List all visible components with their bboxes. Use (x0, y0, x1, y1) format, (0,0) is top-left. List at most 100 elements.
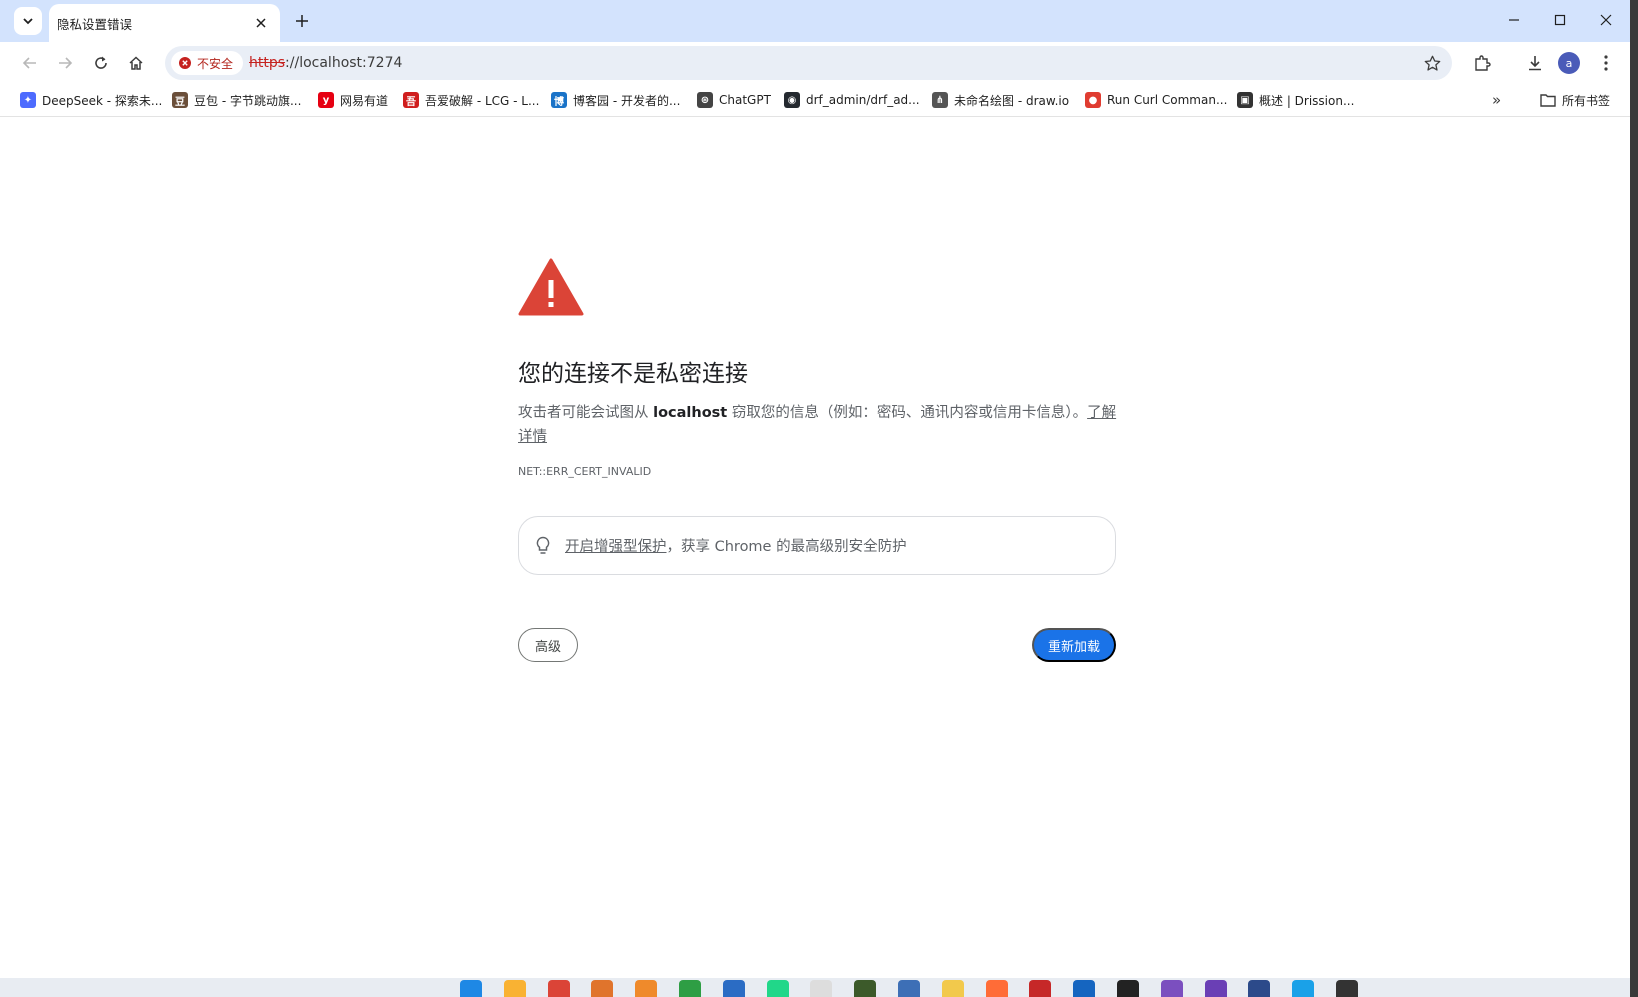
error-explanation: 攻击者可能会试图从 localhost 窃取您的信息（例如：密码、通讯内容或信用… (518, 401, 1118, 449)
close-icon (256, 18, 266, 28)
visual-studio-2-icon[interactable] (1204, 980, 1227, 997)
app-yellow-icon[interactable] (941, 980, 964, 997)
curl-icon: ● (1085, 92, 1101, 108)
app-sublime-icon[interactable] (635, 980, 658, 997)
app-navy-icon[interactable] (1248, 980, 1271, 997)
bookmark-label: 豆包 - 字节跳动旗... (194, 93, 302, 108)
lightbulb-icon (536, 536, 550, 554)
bookmark-cnblogs[interactable]: 博 博客园 - 开发者的... (551, 89, 680, 111)
tab-strip: 隐私设置错误 (0, 0, 1630, 42)
arrow-left-icon (22, 57, 36, 69)
deepseek-icon: ✦ (20, 92, 36, 108)
new-tab-button[interactable] (288, 7, 316, 35)
app-black-icon[interactable] (1117, 980, 1139, 997)
app-orange-icon[interactable] (591, 980, 614, 997)
bookmarks-overflow-button[interactable]: » (1492, 89, 1501, 111)
security-chip[interactable]: 不安全 (171, 51, 244, 75)
52pojie-icon: 吾 (403, 92, 419, 108)
reload-icon (95, 56, 107, 69)
bookmark-deepseek[interactable]: ✦ DeepSeek - 探索未... (20, 89, 162, 111)
pycharm-icon[interactable] (766, 980, 789, 997)
tab-title: 隐私设置错误 (57, 16, 133, 32)
tab-close-button[interactable] (250, 12, 272, 34)
back-button[interactable] (14, 47, 46, 79)
bookmark-star-button[interactable] (1418, 49, 1446, 77)
app-bird-icon[interactable] (898, 980, 920, 997)
url-scheme: https (249, 55, 286, 71)
folder-icon (1540, 94, 1556, 107)
bookmark-github[interactable]: ◉ drf_admin/drf_ad... (784, 89, 920, 111)
close-window-button[interactable] (1583, 4, 1629, 36)
postman-icon[interactable] (985, 980, 1008, 997)
bookmark-drissionpage[interactable]: ▣ 概述 | Drission... (1237, 89, 1354, 111)
typora-icon[interactable] (810, 980, 833, 997)
bookmark-label: 吾爱破解 - LCG - L... (425, 93, 540, 108)
all-bookmarks-button[interactable]: 所有书签 (1540, 89, 1610, 111)
bookmark-run-curl[interactable]: ● Run Curl Comman... (1085, 89, 1227, 111)
puzzle-icon (1475, 55, 1491, 71)
error-code: NET::ERR_CERT_INVALID (518, 465, 652, 478)
forward-button[interactable] (49, 47, 81, 79)
advanced-button[interactable]: 高级 (518, 628, 578, 662)
bookmark-label: 未命名绘图 - draw.io (954, 93, 1070, 108)
background-window-edge (1630, 0, 1638, 997)
webstorm-icon[interactable] (1073, 980, 1096, 997)
tab-active[interactable]: 隐私设置错误 (49, 4, 280, 42)
chatgpt-icon: ⊛ (697, 92, 713, 108)
home-button[interactable] (120, 47, 152, 79)
promo-text: 开启增强型保护，获享 Chrome 的最高级别安全防护 (565, 535, 907, 556)
bookmark-label: drf_admin/drf_ad... (806, 93, 920, 107)
file-explorer-icon[interactable] (503, 980, 526, 997)
bookmark-label: DeepSeek - 探索未... (42, 93, 163, 108)
plus-icon (296, 15, 308, 27)
cnblogs-icon: 博 (551, 92, 567, 108)
chrome-icon[interactable] (547, 980, 570, 997)
toolbar: 不安全 https://localhost:7274 a (0, 42, 1630, 83)
bookmark-youdao[interactable]: y 网易有道 (318, 89, 388, 111)
bookmark-doubao[interactable]: 豆 豆包 - 字节跳动旗... (172, 89, 301, 111)
enhanced-protection-promo: 开启增强型保护，获享 Chrome 的最高级别安全防护 (518, 516, 1116, 575)
tab-search-button[interactable] (14, 7, 42, 35)
menu-button[interactable] (1590, 47, 1622, 79)
download-icon (1529, 56, 1541, 71)
chevron-down-icon (23, 18, 33, 25)
downloads-button[interactable] (1519, 47, 1551, 79)
explanation-text: 攻击者可能会试图从 (518, 405, 654, 421)
app-red-hex-icon[interactable] (1029, 980, 1052, 997)
maximize-icon (1554, 14, 1566, 26)
star-icon (1424, 55, 1440, 71)
app-blue-icon[interactable] (722, 980, 745, 997)
bookmark-label: Run Curl Comman... (1107, 93, 1228, 107)
app-dark-icon[interactable] (854, 980, 877, 997)
promo-text-rest: ，获享 Chrome 的最高级别安全防护 (666, 539, 907, 555)
address-bar[interactable]: 不安全 https://localhost:7274 (165, 46, 1452, 80)
app-green-h-icon[interactable] (679, 980, 701, 997)
url-host: ://localhost:7274 (285, 55, 403, 71)
security-chip-label: 不安全 (197, 56, 234, 71)
close-icon (1600, 14, 1612, 26)
url-text[interactable]: https://localhost:7274 (249, 46, 402, 80)
drawio-icon: ⋔ (932, 92, 948, 108)
bookmark-label: 博客园 - 开发者的... (573, 93, 681, 108)
browser-window: 隐私设置错误 不安全 https://localhost:7274 a ✦ De… (0, 0, 1630, 988)
bookmark-drawio[interactable]: ⋔ 未命名绘图 - draw.io (932, 89, 1069, 111)
reload-button[interactable]: 重新加载 (1032, 628, 1116, 662)
more-vertical-icon (1604, 55, 1608, 71)
all-bookmarks-label: 所有书签 (1562, 93, 1611, 108)
terminal-icon[interactable] (1336, 980, 1358, 997)
minimize-button[interactable] (1491, 4, 1537, 36)
doubao-icon: 豆 (172, 92, 188, 108)
maximize-button[interactable] (1537, 4, 1583, 36)
bookmark-chatgpt[interactable]: ⊛ ChatGPT (697, 89, 771, 111)
extensions-button[interactable] (1466, 47, 1498, 79)
windows-start-icon[interactable] (460, 980, 482, 997)
profile-avatar[interactable]: a (1558, 52, 1580, 74)
enhanced-protection-link[interactable]: 开启增强型保护 (565, 539, 667, 555)
reload-toolbar-button[interactable] (85, 47, 117, 79)
app-cyan-icon[interactable] (1292, 980, 1315, 997)
visual-studio-icon[interactable] (1160, 980, 1183, 997)
bookmark-52pojie[interactable]: 吾 吾爱破解 - LCG - L... (403, 89, 539, 111)
bookmarks-bar: ✦ DeepSeek - 探索未... 豆 豆包 - 字节跳动旗... y 网易… (0, 83, 1630, 117)
warning-triangle-icon (518, 258, 584, 316)
bookmark-label: 网易有道 (340, 93, 389, 108)
